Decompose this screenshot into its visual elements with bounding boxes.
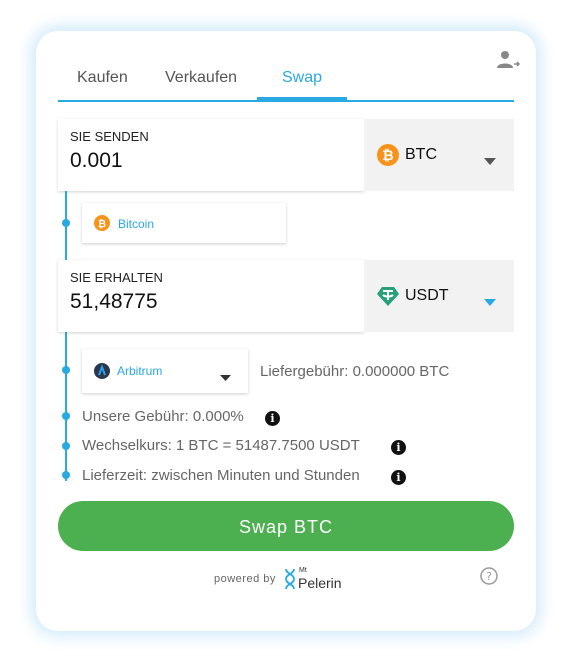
brand-name: Pelerin xyxy=(298,575,342,591)
send-currency-select[interactable]: ₿ BTC xyxy=(364,119,514,191)
tab-kaufen[interactable]: Kaufen xyxy=(77,69,128,87)
chevron-down-icon xyxy=(484,293,496,311)
timeline-dot xyxy=(62,366,70,374)
timeline-line xyxy=(65,191,67,481)
svg-text:?: ? xyxy=(486,570,492,583)
svg-text:₿: ₿ xyxy=(98,218,106,230)
exchange-rate: Wechselkurs: 1 BTC = 51487.7500 USDT xyxy=(82,437,360,454)
receive-field[interactable]: SIE ERHALTEN 51,48775 xyxy=(58,260,364,332)
tether-icon xyxy=(377,285,399,307)
send-field[interactable]: SIE SENDEN 0.001 xyxy=(58,119,364,191)
tab-verkaufen[interactable]: Verkaufen xyxy=(165,69,237,87)
receive-label: SIE ERHALTEN xyxy=(70,270,163,285)
mt-pelerin-logo-icon xyxy=(283,568,297,590)
swap-button[interactable]: Swap BTC xyxy=(58,501,514,551)
delivery-fee: Liefergebühr: 0.000000 BTC xyxy=(260,363,450,380)
chevron-down-icon xyxy=(484,152,496,170)
help-icon[interactable]: ? xyxy=(480,567,498,585)
our-fee: Unsere Gebühr: 0.000% xyxy=(82,408,244,425)
powered-by-text: powered by xyxy=(214,573,276,585)
info-icon[interactable]: i xyxy=(265,411,280,426)
receive-network-label: Arbitrum xyxy=(117,364,163,378)
timeline-dot xyxy=(62,412,70,420)
timeline-dot xyxy=(62,471,70,479)
receive-amount-output: 51,48775 xyxy=(70,290,158,313)
bitcoin-icon: ₿ xyxy=(94,215,110,231)
send-amount-input[interactable]: 0.001 xyxy=(70,149,123,173)
brand-small-text: Mt xyxy=(299,567,307,574)
send-label: SIE SENDEN xyxy=(70,129,149,144)
info-icon[interactable]: i xyxy=(391,440,406,455)
user-switch-icon[interactable] xyxy=(496,48,521,72)
chevron-down-icon xyxy=(220,368,231,386)
send-currency-symbol: BTC xyxy=(405,146,437,163)
bitcoin-icon: ₿ xyxy=(377,144,399,166)
receive-currency-select[interactable]: USDT xyxy=(364,260,514,332)
timeline-dot xyxy=(62,442,70,450)
receive-network-select[interactable]: Arbitrum xyxy=(82,349,248,393)
receive-currency-symbol: USDT xyxy=(405,287,449,304)
tab-active-indicator xyxy=(257,97,347,101)
tab-swap[interactable]: Swap xyxy=(282,69,322,87)
send-network-chip[interactable]: ₿ Bitcoin xyxy=(82,203,286,243)
send-network-label: Bitcoin xyxy=(118,217,155,231)
arbitrum-icon xyxy=(94,363,110,379)
timeline-dot xyxy=(62,219,70,227)
delivery-time: Lieferzeit: zwischen Minuten und Stunden xyxy=(82,467,360,484)
svg-text:₿: ₿ xyxy=(382,148,393,164)
info-icon[interactable]: i xyxy=(391,470,406,485)
